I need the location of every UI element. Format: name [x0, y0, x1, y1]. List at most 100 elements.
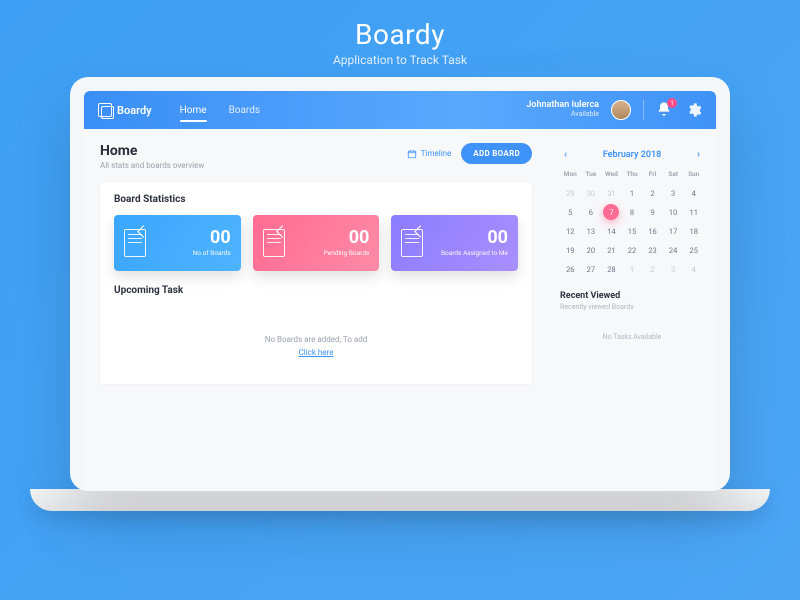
logo-text: Boardy — [117, 104, 152, 117]
user-status: Available — [526, 111, 599, 119]
calendar-day[interactable]: 12 — [562, 223, 578, 239]
calendar-day[interactable]: 10 — [665, 204, 681, 220]
upcoming-section: Upcoming Task No Boards are added, To ad… — [114, 285, 518, 372]
calendar-dow: Wed — [601, 170, 622, 182]
calendar-day[interactable]: 16 — [645, 223, 661, 239]
calendar-dow: Sun — [683, 170, 704, 182]
add-board-link[interactable]: Click here — [299, 348, 334, 357]
calendar-dow: Fri — [642, 170, 663, 182]
brand-title: Boardy — [333, 18, 467, 51]
settings-button[interactable] — [686, 102, 702, 118]
stat-card-assigned-boards[interactable]: 00 Boards Assigned to Me — [391, 215, 518, 271]
stats-heading: Board Statistics — [114, 194, 518, 205]
calendar-day[interactable]: 22 — [624, 242, 640, 258]
add-board-button[interactable]: ADD BOARD — [461, 143, 532, 164]
calendar-day[interactable]: 2 — [645, 185, 661, 201]
calendar-day[interactable]: 8 — [624, 204, 640, 220]
calendar-day[interactable]: 27 — [583, 261, 599, 277]
timeline-label: Timeline — [421, 149, 452, 158]
document-icon — [124, 229, 146, 257]
calendar-header: ‹ February 2018 › — [560, 147, 704, 162]
calendar-day[interactable]: 31 — [603, 185, 619, 201]
stat-value: 00 — [154, 229, 231, 247]
gear-icon — [686, 102, 702, 118]
calendar-day[interactable]: 7 — [603, 204, 619, 220]
calendar-day[interactable]: 25 — [686, 242, 702, 258]
nav-divider — [643, 100, 644, 120]
stats-panel: Board Statistics 00 No.of Boards — [100, 182, 532, 384]
notification-badge: 1 — [667, 98, 677, 108]
calendar-day[interactable]: 23 — [645, 242, 661, 258]
side-column: ‹ February 2018 › MonTueWedThuFriSatSun 2… — [548, 129, 716, 491]
calendar-day[interactable]: 5 — [562, 204, 578, 220]
recent-subtitle: Recently viewed Boards — [560, 303, 704, 311]
stat-value: 00 — [431, 229, 508, 247]
page-title: Home — [100, 143, 204, 159]
calendar-day[interactable]: 2 — [645, 261, 661, 277]
marketing-header: Boardy Application to Track Task — [333, 0, 467, 77]
tab-home[interactable]: Home — [180, 93, 207, 128]
recent-empty: No Tasks Available — [560, 333, 704, 341]
calendar-day[interactable]: 21 — [603, 242, 619, 258]
calendar-day[interactable]: 20 — [583, 242, 599, 258]
calendar-next[interactable]: › — [693, 147, 704, 162]
laptop-frame: Boardy Home Boards Johnathan Iulerca Ava… — [70, 77, 730, 491]
calendar-day[interactable]: 3 — [665, 261, 681, 277]
calendar-day[interactable]: 28 — [603, 261, 619, 277]
calendar-day[interactable]: 14 — [603, 223, 619, 239]
document-icon — [401, 229, 423, 257]
nav-tabs: Home Boards — [180, 93, 260, 128]
content-area: Home All stats and boards overview Timel… — [84, 129, 716, 491]
stat-label: Boards Assigned to Me — [431, 249, 508, 257]
top-nav: Boardy Home Boards Johnathan Iulerca Ava… — [84, 91, 716, 129]
stat-label: No.of Boards — [154, 249, 231, 257]
calendar-day[interactable]: 15 — [624, 223, 640, 239]
main-column: Home All stats and boards overview Timel… — [84, 129, 548, 491]
calendar-dow: Thu — [622, 170, 643, 182]
calendar-day[interactable]: 29 — [562, 185, 578, 201]
timeline-link[interactable]: Timeline — [407, 149, 452, 159]
notifications-button[interactable]: 1 — [656, 101, 674, 119]
page-header: Home All stats and boards overview Timel… — [100, 143, 532, 170]
calendar-day[interactable]: 13 — [583, 223, 599, 239]
calendar-day[interactable]: 4 — [686, 185, 702, 201]
stat-value: 00 — [293, 229, 370, 247]
upcoming-heading: Upcoming Task — [114, 285, 518, 296]
avatar[interactable] — [611, 100, 631, 120]
calendar-day[interactable]: 3 — [665, 185, 681, 201]
stat-card-total-boards[interactable]: 00 No.of Boards — [114, 215, 241, 271]
calendar-dow: Tue — [581, 170, 602, 182]
calendar-day[interactable]: 1 — [624, 261, 640, 277]
calendar-day[interactable]: 18 — [686, 223, 702, 239]
calendar-day[interactable]: 11 — [686, 204, 702, 220]
app-screen: Boardy Home Boards Johnathan Iulerca Ava… — [84, 91, 716, 491]
calendar-day[interactable]: 1 — [624, 185, 640, 201]
calendar-icon — [407, 149, 417, 159]
calendar-day[interactable]: 4 — [686, 261, 702, 277]
calendar-dow: Mon — [560, 170, 581, 182]
document-icon — [263, 229, 285, 257]
calendar-day[interactable]: 17 — [665, 223, 681, 239]
app-logo[interactable]: Boardy — [98, 103, 152, 117]
stat-card-pending-boards[interactable]: 00 Pending Boards — [253, 215, 380, 271]
calendar-prev[interactable]: ‹ — [560, 147, 571, 162]
calendar-day[interactable]: 24 — [665, 242, 681, 258]
page-actions: Timeline ADD BOARD — [407, 143, 532, 164]
calendar-day[interactable]: 19 — [562, 242, 578, 258]
calendar-grid: MonTueWedThuFriSatSun2930311234567891011… — [560, 170, 704, 277]
upcoming-empty-state: No Boards are added, To add Click here — [114, 306, 518, 372]
user-info[interactable]: Johnathan Iulerca Available — [526, 101, 599, 119]
calendar-day[interactable]: 30 — [583, 185, 599, 201]
calendar-day[interactable]: 9 — [645, 204, 661, 220]
laptop-base — [30, 489, 770, 511]
calendar-day[interactable]: 26 — [562, 261, 578, 277]
calendar-dow: Sat — [663, 170, 684, 182]
tab-boards[interactable]: Boards — [229, 93, 260, 128]
empty-text: No Boards are added, To add — [265, 335, 367, 344]
recent-heading: Recent Viewed — [560, 291, 704, 301]
calendar-day[interactable]: 6 — [583, 204, 599, 220]
page-subtitle: All stats and boards overview — [100, 161, 204, 170]
recent-section: Recent Viewed Recently viewed Boards No … — [560, 291, 704, 341]
logo-icon — [98, 103, 112, 117]
nav-right: Johnathan Iulerca Available 1 — [526, 100, 702, 120]
